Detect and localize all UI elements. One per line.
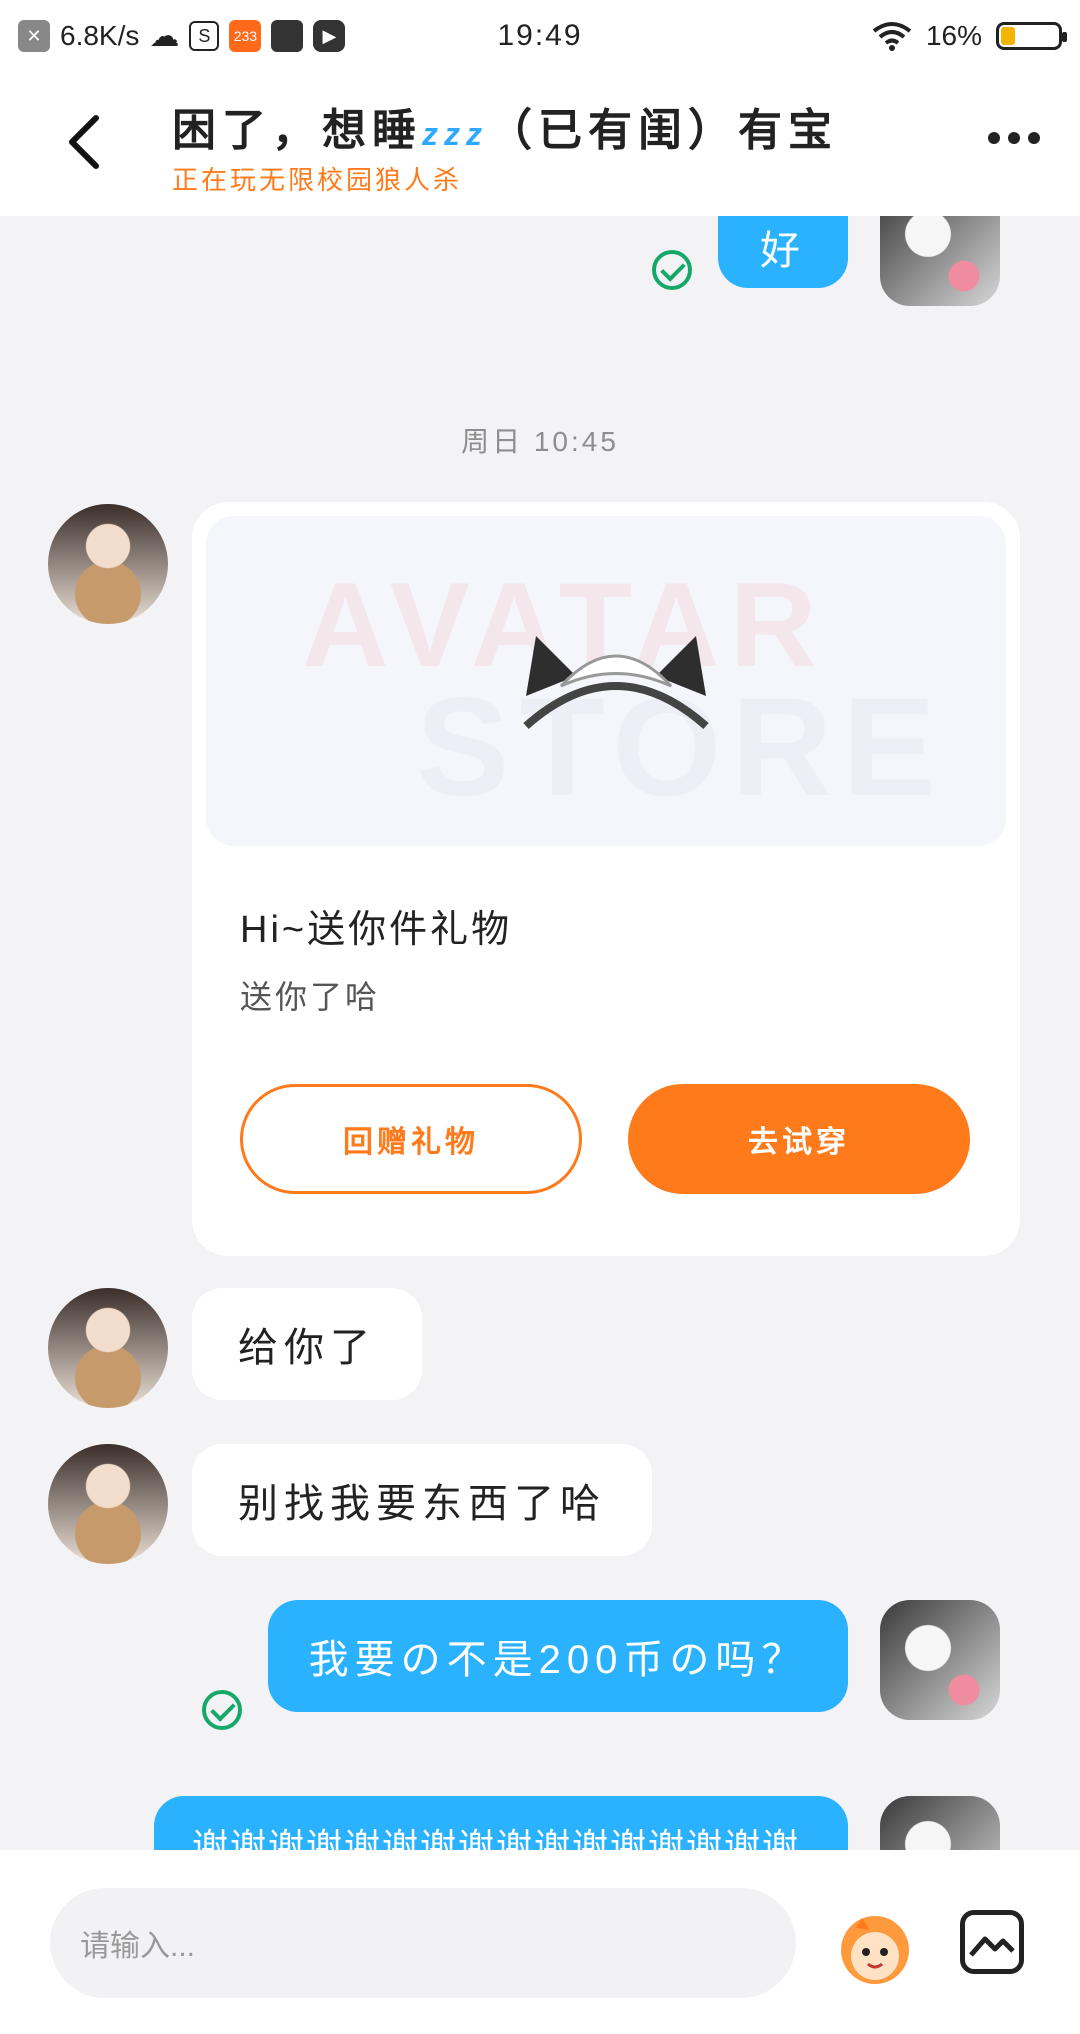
gift-subtitle: 送你了哈 <box>240 979 381 1015</box>
clock: 19:49 <box>497 19 583 52</box>
return-gift-button[interactable]: 回赠礼物 <box>240 1084 582 1194</box>
message-bubble-them[interactable]: 给你了 <box>192 1288 422 1400</box>
chat-messages[interactable]: 好 周日 10:45 AVATAR STORE Hi~送你件礼物 送你了哈 回赠… <box>0 216 1080 1850</box>
my-avatar[interactable] <box>880 1796 1000 1850</box>
sleep-zzz-icon: zzz <box>422 116 488 152</box>
friend-avatar[interactable] <box>48 1444 168 1564</box>
try-on-button[interactable]: 去试穿 <box>628 1084 970 1194</box>
cat-ear-headband-icon <box>523 636 709 729</box>
friend-avatar[interactable] <box>48 504 168 624</box>
read-check-icon <box>202 1690 242 1730</box>
play-icon: ▶ <box>313 20 346 52</box>
my-avatar[interactable] <box>880 1600 1000 1720</box>
title-text-2: （已有闺）有宝 <box>488 106 838 155</box>
input-bar: 请输入... <box>0 1850 1080 2034</box>
battery-percent: 16% <box>925 20 982 51</box>
message-input[interactable]: 请输入... <box>50 1888 796 1998</box>
gift-item-image: AVATAR STORE <box>206 516 1006 846</box>
message-bubble-me[interactable]: 我要の不是200币の吗？ <box>268 1600 848 1712</box>
message-bubble-me[interactable]: 谢谢谢谢谢谢谢谢谢谢谢谢谢谢谢谢 <box>154 1796 848 1850</box>
close-notification-icon: ✕ <box>18 20 50 52</box>
read-check-icon <box>652 250 692 290</box>
my-avatar[interactable] <box>880 216 1000 306</box>
gift-card[interactable]: AVATAR STORE Hi~送你件礼物 送你了哈 回赠礼物 去试穿 <box>192 502 1020 1256</box>
gift-title: Hi~送你件礼物 <box>240 909 513 951</box>
title-text-1: 困了，想睡 <box>172 106 422 155</box>
battery-icon <box>996 22 1067 50</box>
message-text: 给你了 <box>238 1326 376 1370</box>
status-bar: ✕ 6.8K/s ☁ S 233 ▶ 19:49 16% <box>0 0 1080 72</box>
app-233-icon: 233 <box>229 20 262 52</box>
sticker-mascot-icon[interactable] <box>832 1906 918 1986</box>
message-bubble-me[interactable]: 好 <box>718 216 848 288</box>
back-arrow-icon[interactable] <box>60 112 110 172</box>
wifi-icon <box>872 22 912 51</box>
chat-status: 正在玩无限校园狼人杀 <box>172 165 463 195</box>
chat-header: 困了，想睡zzz（已有闺）有宝 正在玩无限校园狼人杀 <box>0 72 1080 216</box>
network-speed: 6.8K/s <box>60 20 140 51</box>
app-square-icon <box>271 20 304 52</box>
cloud-icon: ☁ <box>149 19 180 53</box>
message-text: 我要の不是200币の吗？ <box>308 1638 808 1682</box>
screenshot-icon: S <box>189 21 220 51</box>
timestamp-divider: 周日 10:45 <box>461 426 619 457</box>
message-bubble-them[interactable]: 别找我要东西了哈 <box>192 1444 652 1556</box>
friend-avatar[interactable] <box>48 1288 168 1408</box>
message-text: 谢谢谢谢谢谢谢谢谢谢谢谢谢谢谢谢 <box>192 1826 801 1850</box>
message-text: 好 <box>760 229 806 273</box>
more-options-icon[interactable] <box>988 132 1040 144</box>
message-text: 别找我要东西了哈 <box>238 1482 606 1526</box>
image-picker-icon[interactable] <box>960 1910 1024 1974</box>
chat-title: 困了，想睡zzz（已有闺）有宝 <box>172 94 838 158</box>
mountain-image-icon <box>969 1936 1015 1957</box>
